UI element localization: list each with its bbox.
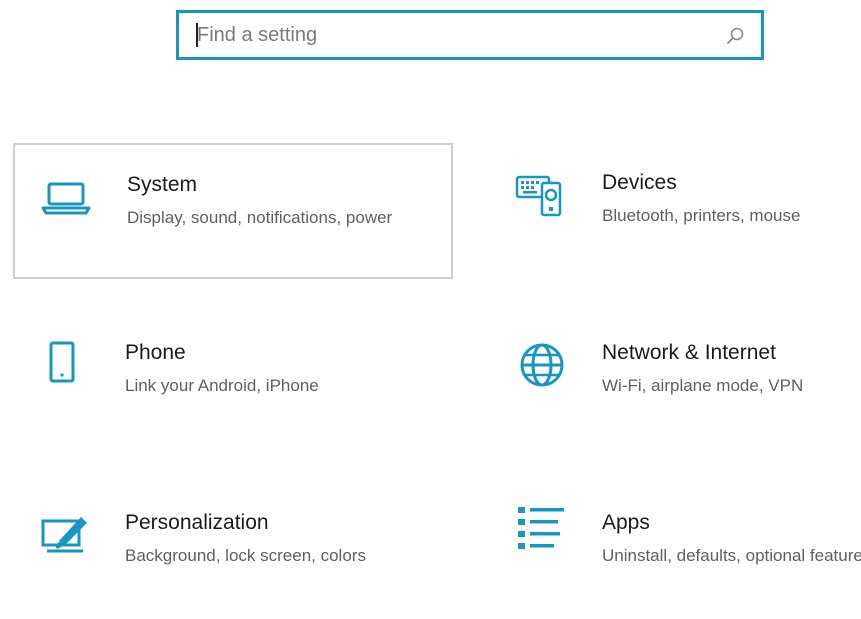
tile-description: Bluetooth, printers, mouse <box>602 206 801 225</box>
tile-phone[interactable]: Phone Link your Android, iPhone <box>13 313 453 449</box>
tile-system[interactable]: System Display, sound, notifications, po… <box>13 143 453 279</box>
paintbrush-icon <box>41 517 87 553</box>
apps-list-icon <box>518 507 564 549</box>
devices-icon <box>515 175 562 217</box>
tile-devices[interactable]: Devices Bluetooth, printers, mouse <box>490 143 861 279</box>
laptop-icon <box>41 182 91 215</box>
tile-description: Wi-Fi, airplane mode, VPN <box>602 376 804 395</box>
phone-icon <box>49 341 75 383</box>
search-icon[interactable] <box>723 24 747 48</box>
tile-apps[interactable]: Apps Uninstall, defaults, optional featu… <box>490 483 861 619</box>
tile-title: Network & Internet <box>602 341 776 364</box>
tile-description: Display, sound, notifications, power <box>127 208 393 227</box>
tile-description: Background, lock screen, colors <box>125 546 366 565</box>
globe-icon <box>520 343 564 387</box>
tile-title: Phone <box>125 341 186 364</box>
search-input[interactable] <box>195 19 707 51</box>
tile-description: Link your Android, iPhone <box>125 376 319 395</box>
tile-personalization[interactable]: Personalization Background, lock screen,… <box>13 483 453 619</box>
tile-title: Devices <box>602 171 677 194</box>
search-box[interactable] <box>176 10 764 60</box>
tile-title: Apps <box>602 511 650 534</box>
tile-description: Uninstall, defaults, optional features <box>602 546 861 565</box>
text-caret <box>196 23 198 47</box>
tile-title: System <box>127 173 198 196</box>
tile-network-internet[interactable]: Network & Internet Wi-Fi, airplane mode,… <box>490 313 861 449</box>
tile-title: Personalization <box>125 511 269 534</box>
